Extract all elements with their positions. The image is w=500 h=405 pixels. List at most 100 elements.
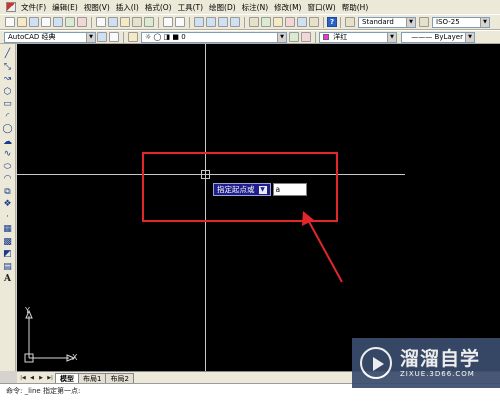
- make-block-icon[interactable]: ❖: [2, 198, 13, 210]
- chevron-down-icon: ▼: [480, 17, 489, 27]
- tab-layout2[interactable]: 布局2: [105, 373, 134, 383]
- quickcalc-icon[interactable]: [309, 17, 319, 27]
- cut-icon[interactable]: [96, 17, 106, 27]
- ucs-icon: Y X: [23, 306, 83, 364]
- line-icon[interactable]: ╱: [2, 48, 13, 60]
- undo-icon[interactable]: [163, 17, 173, 27]
- chevron-down-icon: ▼: [406, 17, 415, 27]
- table-icon[interactable]: ▤: [2, 261, 13, 273]
- layer-state-icons: ☼ ◯ ◨ ■: [145, 32, 182, 41]
- plot-preview-icon[interactable]: [53, 17, 63, 27]
- redo-icon[interactable]: [175, 17, 185, 27]
- annotation-arrow: [302, 211, 343, 283]
- menu-file[interactable]: 文件(F): [18, 2, 49, 13]
- play-logo-icon: [360, 347, 392, 379]
- app-icon[interactable]: [6, 2, 16, 12]
- ucs-x-label: X: [72, 353, 78, 362]
- chevron-down-icon: ▼: [86, 32, 95, 42]
- watermark-subtitle: ZIXUE.3D66.COM: [400, 369, 475, 378]
- tab-last-button[interactable]: ▶|: [46, 374, 54, 383]
- menu-window[interactable]: 窗口(W): [304, 2, 338, 13]
- markup-icon[interactable]: [297, 17, 307, 27]
- draw-toolbar: ╱ ⤡ ↝ ⬡ ▭ ◜ ◯ ☁ ∿ ⬭ ◠ ⧉ ❖ · ▦ ▩ ◩ ▤ A: [0, 44, 16, 371]
- revision-cloud-icon[interactable]: ☁: [2, 136, 13, 148]
- insert-block-icon[interactable]: ⧉: [2, 186, 13, 198]
- menu-tools[interactable]: 工具(T): [175, 2, 206, 13]
- point-icon[interactable]: ·: [2, 211, 13, 223]
- menu-insert[interactable]: 插入(I): [113, 2, 142, 13]
- watermark: 溜溜自学 ZIXUE.3D66.COM: [352, 338, 500, 388]
- zoom-window-icon[interactable]: [218, 17, 228, 27]
- publish-icon[interactable]: [65, 17, 75, 27]
- tab-prev-button[interactable]: ◀: [28, 374, 36, 383]
- polyline-icon[interactable]: ↝: [2, 73, 13, 85]
- menu-format[interactable]: 格式(O): [142, 2, 175, 13]
- copy-icon[interactable]: [108, 17, 118, 27]
- tab-layout1[interactable]: 布局1: [78, 373, 107, 383]
- arc-icon[interactable]: ◜: [2, 111, 13, 123]
- ellipse-icon[interactable]: ⬭: [2, 161, 13, 173]
- menu-help[interactable]: 帮助(H): [339, 2, 372, 13]
- menu-modify[interactable]: 修改(M): [271, 2, 304, 13]
- design-center-icon[interactable]: [261, 17, 271, 27]
- block-editor-icon[interactable]: [144, 17, 154, 27]
- print-icon[interactable]: [41, 17, 51, 27]
- menu-bar: 文件(F) 编辑(E) 视图(V) 插入(I) 格式(O) 工具(T) 绘图(D…: [0, 0, 500, 14]
- color-select[interactable]: 洋红 ▼: [319, 31, 397, 43]
- linetype-value: ByLayer: [434, 32, 463, 41]
- help-button[interactable]: ?: [327, 17, 337, 27]
- new-file-icon[interactable]: [5, 17, 15, 27]
- dim-style-select[interactable]: ISO-25 ▼: [432, 16, 490, 28]
- save-icon[interactable]: [29, 17, 39, 27]
- ellipse-arc-icon[interactable]: ◠: [2, 173, 13, 185]
- workspace-settings-icon[interactable]: [97, 32, 107, 42]
- toolbar-separator: [340, 16, 341, 28]
- tab-next-button[interactable]: ▶: [37, 374, 45, 383]
- chevron-down-icon: ▼: [277, 32, 286, 42]
- zoom-previous-icon[interactable]: [230, 17, 240, 27]
- make-current-layer-icon[interactable]: [289, 32, 299, 42]
- construction-line-icon[interactable]: ⤡: [2, 61, 13, 73]
- open-file-icon[interactable]: [17, 17, 27, 27]
- menu-edit[interactable]: 编辑(E): [49, 2, 81, 13]
- tab-model[interactable]: 模型: [55, 373, 79, 383]
- rectangle-icon[interactable]: ▭: [2, 98, 13, 110]
- color-value: 洋红: [333, 32, 348, 41]
- text-style-value: Standard: [362, 17, 394, 26]
- linetype-select[interactable]: ——— ByLayer ▼: [401, 31, 475, 43]
- layer-previous-icon[interactable]: [301, 32, 311, 42]
- layer-manager-icon[interactable]: [128, 32, 138, 42]
- menu-view[interactable]: 视图(V): [81, 2, 113, 13]
- tool-palettes-icon[interactable]: [273, 17, 283, 27]
- tab-first-button[interactable]: |◀: [19, 374, 27, 383]
- sheet-set-icon[interactable]: [285, 17, 295, 27]
- workspace-value: AutoCAD 经典: [8, 32, 56, 41]
- hatch-icon[interactable]: ▦: [2, 223, 13, 235]
- gradient-icon[interactable]: ▩: [2, 236, 13, 248]
- text-style-icon[interactable]: [345, 17, 355, 27]
- workspace-select[interactable]: AutoCAD 经典 ▼: [4, 31, 96, 43]
- ucs-y-label: Y: [25, 306, 30, 315]
- region-icon[interactable]: ◩: [2, 248, 13, 260]
- layer-value: 0: [181, 32, 186, 41]
- properties-icon[interactable]: [249, 17, 259, 27]
- 3d-dwf-icon[interactable]: [77, 17, 87, 27]
- pan-icon[interactable]: [194, 17, 204, 27]
- color-swatch: [323, 33, 329, 40]
- circle-icon[interactable]: ◯: [2, 123, 13, 135]
- layers-toolbar: AutoCAD 经典 ▼ ☼ ◯ ◨ ■ 0 ▼ 洋红 ▼ ——— ByLaye…: [0, 30, 500, 44]
- match-properties-icon[interactable]: [132, 17, 142, 27]
- paste-icon[interactable]: [120, 17, 130, 27]
- menu-dimension[interactable]: 标注(N): [239, 2, 271, 13]
- toolbar-separator: [158, 16, 159, 28]
- zoom-realtime-icon[interactable]: [206, 17, 216, 27]
- menu-draw[interactable]: 绘图(D): [206, 2, 239, 13]
- polygon-icon[interactable]: ⬡: [2, 86, 13, 98]
- workspace-save-icon[interactable]: [109, 32, 119, 42]
- dim-style-icon[interactable]: [419, 17, 429, 27]
- multiline-text-icon[interactable]: A: [2, 273, 13, 285]
- layer-select[interactable]: ☼ ◯ ◨ ■ 0 ▼: [141, 31, 287, 43]
- spline-icon[interactable]: ∿: [2, 148, 13, 160]
- chevron-down-icon: ▼: [465, 32, 474, 42]
- text-style-select[interactable]: Standard ▼: [358, 16, 416, 28]
